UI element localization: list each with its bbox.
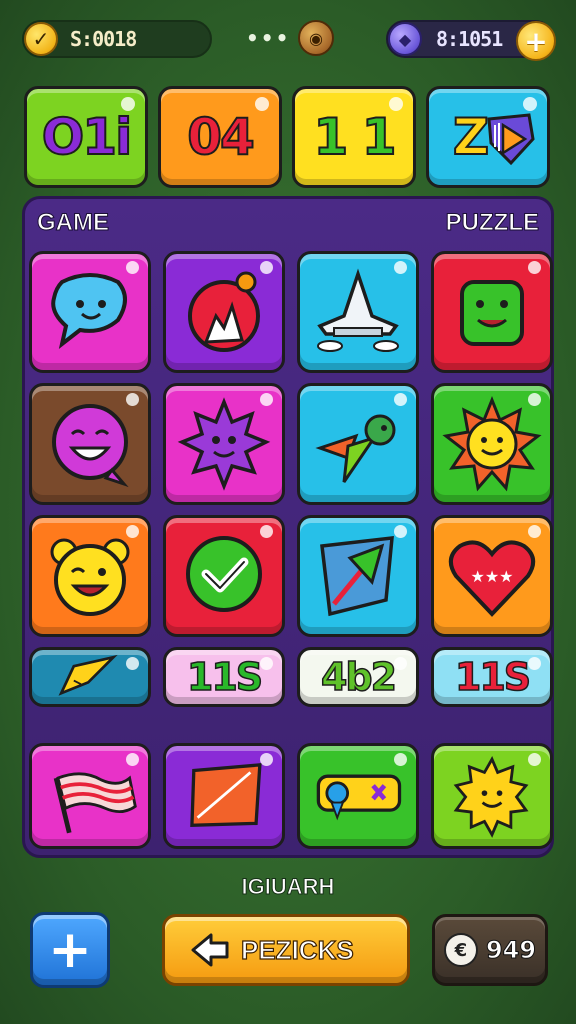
tile-shine — [394, 657, 407, 670]
puzzle-label: PUZZLE — [445, 209, 539, 237]
tile-shine — [394, 393, 407, 406]
tile-shine — [260, 657, 273, 670]
tile-shine — [260, 753, 273, 766]
tile-bear[interactable] — [29, 515, 151, 637]
tile-shine — [260, 525, 273, 538]
tile-shine — [260, 261, 273, 274]
score-tile-3[interactable]: 1 1 — [292, 86, 416, 188]
tile-spaceship[interactable] — [297, 251, 419, 373]
tile-sun-bubble[interactable] — [431, 743, 553, 849]
more-menu-icon[interactable]: ••• — [246, 26, 290, 50]
tile-shine — [126, 657, 139, 670]
tile-shine — [528, 393, 541, 406]
coins-value: 949 — [485, 936, 537, 965]
tile-arrow[interactable] — [29, 647, 151, 707]
tile-fire-ball[interactable] — [163, 251, 285, 373]
tile-shine — [126, 261, 139, 274]
main-action-button[interactable]: PEZICKS — [162, 914, 410, 986]
score-tile-text: Z — [452, 107, 490, 167]
bronze-coin-icon[interactable]: ◉ — [298, 20, 334, 56]
tile-shine — [528, 753, 541, 766]
tile-shine — [528, 261, 541, 274]
tile-flag[interactable] — [29, 743, 151, 849]
tile-shine — [126, 393, 139, 406]
tile-shine — [394, 525, 407, 538]
coins-button[interactable]: € 949 — [432, 914, 548, 986]
add-currency-button[interactable]: + — [516, 21, 556, 61]
tile-smiley[interactable] — [29, 383, 151, 505]
score-tile-1[interactable]: O1i — [24, 86, 148, 188]
add-button[interactable]: + — [30, 912, 110, 988]
back-arrow-icon — [191, 933, 229, 967]
score-tile-text: 1 1 — [313, 107, 398, 167]
tile-text-3[interactable]: 11S — [431, 647, 553, 707]
top-bar: ✓ S:0018 ••• ◉ ◆ 8:1051 + — [22, 18, 556, 61]
tile-turtle[interactable] — [297, 383, 419, 505]
tile-shine — [260, 393, 273, 406]
tile-text-1[interactable]: 11S — [163, 647, 285, 707]
score-tile-2[interactable]: 04 — [158, 86, 282, 188]
game-board: GAME PUZZLE ★★★ 11S 4b2 11S — [22, 196, 554, 858]
gold-check-coin-icon: ✓ — [24, 22, 58, 56]
tile-shine — [528, 657, 541, 670]
tile-card[interactable] — [163, 743, 285, 849]
tile-shine — [121, 97, 135, 111]
tile-heart[interactable]: ★★★ — [431, 515, 553, 637]
tile-text-2[interactable]: 4b2 — [297, 647, 419, 707]
purple-gem-icon: ◆ — [388, 22, 422, 56]
tile-map[interactable] — [297, 515, 419, 637]
score-tile-text: 04 — [186, 107, 256, 167]
tile-sun[interactable] — [431, 383, 553, 505]
tile-shine — [126, 753, 139, 766]
tile-check[interactable] — [163, 515, 285, 637]
coin-icon: € — [443, 933, 478, 967]
tile-shine — [523, 97, 537, 111]
tile-shine — [255, 97, 269, 111]
score-value: S:0018 — [70, 27, 137, 51]
play-shield-icon — [487, 113, 535, 166]
svg-text:★★★: ★★★ — [470, 567, 513, 586]
plus-icon: + — [48, 920, 92, 980]
tile-purple-star[interactable] — [163, 383, 285, 505]
gem-counter: ◆ 8:1051 + — [386, 20, 556, 61]
score-counter: ✓ S:0018 — [22, 20, 212, 58]
tile-shine — [389, 97, 403, 111]
game-label: GAME — [37, 209, 110, 237]
footer-label: IGIUARH — [241, 874, 335, 900]
main-action-label: PEZICKS — [240, 934, 354, 965]
tile-shine — [394, 261, 407, 274]
score-tile-text: O1i — [41, 107, 133, 167]
score-tile-4[interactable]: Z — [426, 86, 550, 188]
tile-chat-bubble[interactable] — [29, 251, 151, 373]
tile-shine — [126, 525, 139, 538]
score-tiles-row: O1i 04 1 1 Z — [24, 86, 552, 190]
tile-shine — [528, 525, 541, 538]
tile-controller[interactable] — [297, 743, 419, 849]
tile-green-face[interactable] — [431, 251, 553, 373]
gem-value: 8:1051 — [436, 27, 503, 51]
tile-shine — [394, 753, 407, 766]
